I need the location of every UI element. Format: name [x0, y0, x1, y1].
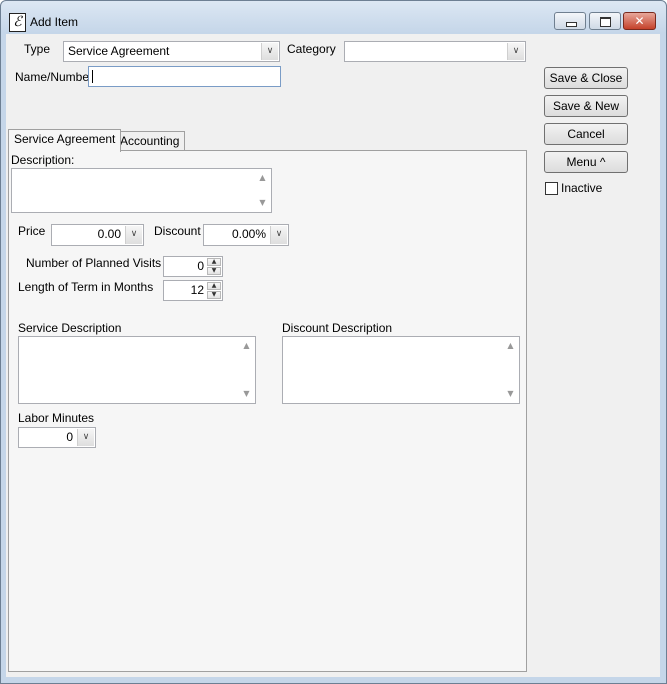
window-title: Add Item	[30, 15, 79, 29]
term-months-value: 12	[190, 283, 204, 297]
chevron-down-icon[interactable]: ∨	[125, 226, 142, 244]
e-logo-icon[interactable]: ℰ	[9, 13, 26, 32]
maximize-icon	[600, 17, 611, 27]
minimize-icon	[566, 22, 577, 27]
price-input[interactable]: 0.00 ∨	[51, 224, 144, 246]
planned-visits-value: 0	[197, 259, 204, 273]
maximize-button[interactable]	[589, 12, 621, 30]
labor-minutes-label: Labor Minutes	[18, 411, 95, 425]
labor-minutes-input[interactable]: 0 ∨	[18, 427, 96, 448]
cancel-button[interactable]: Cancel	[544, 123, 628, 145]
term-months-spinner[interactable]: ▲ ▼	[207, 282, 221, 299]
chevron-down-icon[interactable]: ∨	[77, 429, 94, 446]
category-dropdown[interactable]: ∨	[344, 41, 526, 62]
planned-visits-stepper[interactable]: 0 ▲ ▼	[163, 256, 223, 277]
scroll-up-icon[interactable]: ▲	[255, 171, 270, 185]
tab-service-agreement[interactable]: Service Agreement	[8, 129, 122, 152]
type-label: Type	[24, 42, 51, 56]
save-close-button[interactable]: Save & Close	[544, 67, 628, 89]
planned-visits-spinner[interactable]: ▲ ▼	[207, 258, 221, 275]
chevron-down-icon[interactable]: ∨	[261, 43, 278, 60]
close-button[interactable]: ✕	[623, 12, 656, 30]
spin-up-icon[interactable]: ▲	[207, 258, 221, 266]
price-label: Price	[18, 224, 46, 238]
discount-input[interactable]: 0.00% ∨	[203, 224, 289, 246]
dialog-body: Type Service Agreement ∨ Category ∨ Name…	[6, 34, 660, 677]
planned-visits-label: Number of Planned Visits	[26, 256, 162, 270]
service-agreement-panel: Description: ▲ ▼ Price 0.00 ∨ Discount 0…	[8, 150, 527, 672]
service-description-label: Service Description	[18, 321, 122, 335]
minimize-button[interactable]	[554, 12, 586, 30]
title-bar[interactable]: ℰ Add Item ✕	[1, 1, 666, 35]
type-dropdown[interactable]: Service Agreement ∨	[63, 41, 280, 62]
discount-description-textarea[interactable]: ▲ ▼	[282, 336, 520, 404]
add-item-window: ℰ Add Item ✕ Type Service Agreement ∨ Ca…	[0, 0, 667, 684]
type-value: Service Agreement	[68, 44, 170, 58]
scroll-down-icon[interactable]: ▼	[503, 387, 518, 401]
term-months-stepper[interactable]: 12 ▲ ▼	[163, 280, 223, 301]
term-months-label: Length of Term in Months	[18, 280, 154, 294]
scroll-up-icon[interactable]: ▲	[239, 339, 254, 353]
chevron-down-icon[interactable]: ∨	[270, 226, 287, 244]
menu-button[interactable]: Menu ^	[544, 151, 628, 173]
spin-up-icon[interactable]: ▲	[207, 282, 221, 290]
inactive-label: Inactive	[561, 181, 603, 195]
save-new-button[interactable]: Save & New	[544, 95, 628, 117]
labor-minutes-value: 0	[66, 430, 73, 444]
service-description-scrollbar[interactable]: ▲ ▼	[239, 338, 254, 402]
service-description-textarea[interactable]: ▲ ▼	[18, 336, 256, 404]
spin-down-icon[interactable]: ▼	[207, 291, 221, 299]
discount-description-label: Discount Description	[282, 321, 393, 335]
spin-down-icon[interactable]: ▼	[207, 267, 221, 275]
price-value: 0.00	[97, 227, 121, 241]
close-icon: ✕	[634, 14, 645, 28]
discount-description-scrollbar[interactable]: ▲ ▼	[503, 338, 518, 402]
inactive-checkbox[interactable]	[545, 182, 558, 195]
chevron-down-icon[interactable]: ∨	[507, 43, 524, 60]
text-caret	[92, 70, 93, 83]
tab-accounting[interactable]: Accounting	[114, 131, 186, 151]
description-label: Description:	[11, 153, 75, 167]
scroll-down-icon[interactable]: ▼	[239, 387, 254, 401]
scroll-up-icon[interactable]: ▲	[503, 339, 518, 353]
discount-label: Discount	[154, 224, 201, 238]
name-number-label: Name/Number	[15, 70, 94, 84]
description-scrollbar[interactable]: ▲ ▼	[255, 170, 270, 211]
name-number-input[interactable]	[88, 66, 281, 87]
scroll-down-icon[interactable]: ▼	[255, 196, 270, 210]
discount-value: 0.00%	[231, 227, 266, 241]
category-label: Category	[287, 42, 336, 56]
description-textarea[interactable]: ▲ ▼	[11, 168, 272, 213]
